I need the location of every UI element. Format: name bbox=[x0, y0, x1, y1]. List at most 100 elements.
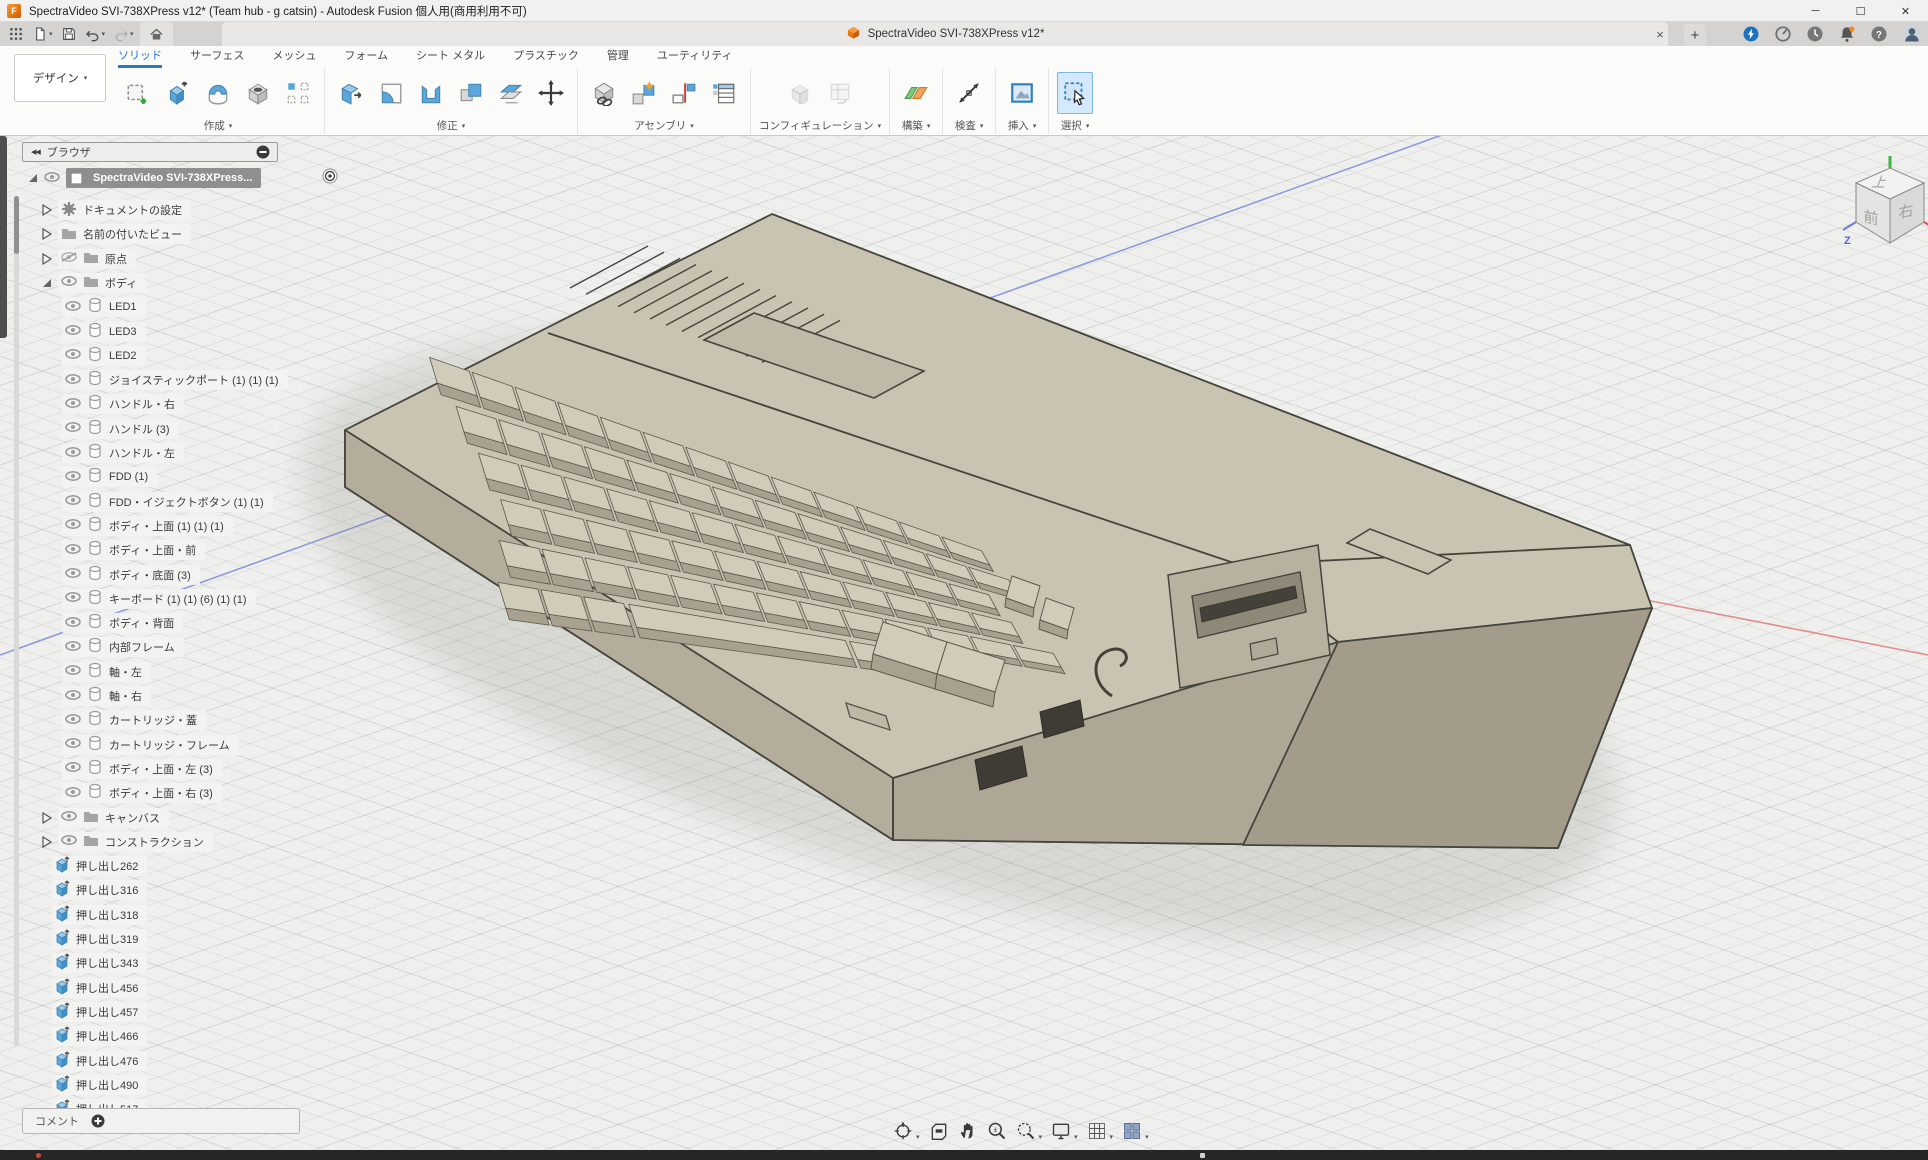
ribbon-tab-6[interactable]: 管理 bbox=[607, 47, 629, 68]
visibility-eye-icon[interactable] bbox=[65, 471, 81, 484]
model-spectravideo-svi-738[interactable] bbox=[0, 136, 1928, 1150]
ribbon-tab-1[interactable]: サーフェス bbox=[190, 47, 244, 68]
visibility-eye-icon[interactable] bbox=[61, 276, 77, 289]
visibility-eye-icon[interactable] bbox=[65, 374, 81, 387]
as-built-joint-icon[interactable] bbox=[666, 72, 702, 114]
browser-tree-item[interactable]: ボディ・背面 bbox=[62, 613, 183, 633]
browser-tree-item[interactable]: 押し出し318 bbox=[52, 905, 147, 925]
fillet-icon[interactable] bbox=[373, 72, 409, 114]
expander-icon[interactable] bbox=[40, 253, 54, 265]
new-component-icon[interactable] bbox=[586, 72, 622, 114]
browser-tree-item[interactable]: 原点 bbox=[40, 249, 136, 269]
browser-tree-item[interactable]: カートリッジ・蓋 bbox=[62, 710, 206, 730]
visibility-eye-icon[interactable] bbox=[44, 169, 60, 187]
ribbon-group-label[interactable]: 挿入▾ bbox=[1008, 117, 1037, 134]
redo-icon[interactable]: ▾ bbox=[111, 22, 136, 46]
profile-avatar-icon[interactable] bbox=[1902, 24, 1922, 44]
ribbon-tab-2[interactable]: メッシュ bbox=[272, 47, 316, 68]
maximize-button[interactable]: ☐ bbox=[1838, 0, 1883, 22]
browser-tree-item[interactable]: LED2 bbox=[62, 346, 146, 366]
move-icon[interactable] bbox=[533, 72, 569, 114]
visibility-eye-icon[interactable] bbox=[65, 617, 81, 630]
visibility-eye-icon[interactable] bbox=[65, 519, 81, 532]
ribbon-group-label[interactable]: 選択▾ bbox=[1061, 117, 1090, 134]
shell-icon[interactable] bbox=[413, 72, 449, 114]
notifications-bell-icon[interactable] bbox=[1838, 25, 1856, 43]
browser-tree-item[interactable]: キーボード (1) (1) (6) (1) (1) bbox=[62, 589, 256, 609]
add-comment-icon[interactable] bbox=[91, 1114, 105, 1128]
display-settings-icon[interactable]: ▾ bbox=[1051, 1121, 1078, 1141]
pattern-icon[interactable] bbox=[280, 72, 316, 114]
browser-tree-item[interactable]: ボディ・底面 (3) bbox=[62, 565, 200, 585]
browser-tree-item[interactable]: 押し出し343 bbox=[52, 953, 147, 973]
document-tab[interactable]: SpectraVideo SVI-738XPress v12* bbox=[222, 22, 1668, 46]
browser-tree-item[interactable]: ボディ・上面 (1) (1) (1) bbox=[62, 516, 233, 536]
visibility-eye-icon[interactable] bbox=[65, 422, 81, 435]
hole-icon[interactable] bbox=[240, 72, 276, 114]
browser-tree-item[interactable]: FDD (1) bbox=[62, 467, 157, 487]
browser-tree-item[interactable]: 押し出し316 bbox=[52, 880, 147, 900]
browser-tree-item[interactable]: LED1 bbox=[62, 297, 146, 317]
browser-tree-item[interactable]: ボディ bbox=[40, 273, 146, 293]
help-icon[interactable]: ? bbox=[1870, 25, 1888, 43]
close-document-tab-button[interactable]: × bbox=[1648, 22, 1672, 46]
ribbon-tab-4[interactable]: シート メタル bbox=[416, 47, 485, 68]
browser-tree-item[interactable]: ボディ・上面・前 bbox=[62, 540, 205, 560]
visibility-eye-icon[interactable] bbox=[65, 568, 81, 581]
expander-icon[interactable] bbox=[40, 812, 54, 824]
close-button[interactable]: ✕ bbox=[1883, 0, 1928, 22]
browser-tree-item[interactable]: ジョイスティックポート (1) (1) (1) bbox=[62, 370, 288, 390]
expander-icon[interactable] bbox=[40, 277, 54, 289]
browser-scrollbar[interactable] bbox=[14, 196, 19, 1046]
press-pull-icon[interactable] bbox=[333, 72, 369, 114]
visibility-eye-icon[interactable] bbox=[65, 641, 81, 654]
visibility-eye-icon[interactable] bbox=[65, 738, 81, 751]
comments-bar[interactable]: コメント bbox=[22, 1108, 300, 1134]
browser-tree-item[interactable]: カートリッジ・フレーム bbox=[62, 735, 239, 755]
browser-tree-item[interactable]: ボディ・上面・左 (3) bbox=[62, 759, 222, 779]
visibility-eye-icon[interactable] bbox=[65, 325, 81, 338]
minimize-button[interactable]: ─ bbox=[1793, 0, 1838, 22]
browser-root-row[interactable]: SpectraVideo SVI-738XPress... bbox=[26, 168, 261, 188]
configuration-table-icon[interactable] bbox=[822, 72, 858, 114]
collapse-browser-icon[interactable]: ◀◀ bbox=[31, 148, 40, 156]
ribbon-group-label[interactable]: 作成▾ bbox=[204, 117, 233, 134]
visibility-eye-icon[interactable] bbox=[65, 301, 81, 314]
viewports-icon[interactable]: ▾ bbox=[1122, 1121, 1149, 1141]
combine-icon[interactable] bbox=[453, 72, 489, 114]
undo-icon[interactable]: ▾ bbox=[83, 22, 108, 46]
ribbon-group-label[interactable]: アセンブリ▾ bbox=[634, 117, 694, 134]
browser-tree-item[interactable]: 押し出し457 bbox=[52, 1002, 147, 1022]
history-clock-icon[interactable] bbox=[1806, 25, 1824, 43]
bom-icon[interactable] bbox=[706, 72, 742, 114]
usage-icon[interactable] bbox=[1774, 25, 1792, 43]
app-grid-icon[interactable] bbox=[6, 22, 26, 46]
browser-tree-item[interactable]: ハンドル (3) bbox=[62, 419, 179, 439]
visibility-eye-icon[interactable] bbox=[65, 714, 81, 727]
visibility-eye-icon[interactable] bbox=[65, 544, 81, 557]
browser-tree-item[interactable]: 軸・左 bbox=[62, 662, 151, 682]
design-workspace-menu[interactable]: デザイン▾ bbox=[14, 54, 106, 102]
browser-tree-item[interactable]: 押し出し466 bbox=[52, 1026, 147, 1046]
ribbon-group-label[interactable]: 修正▾ bbox=[437, 117, 466, 134]
visibility-eye-icon[interactable] bbox=[61, 252, 77, 265]
browser-tree-item[interactable]: 押し出し456 bbox=[52, 978, 147, 998]
home-icon[interactable] bbox=[140, 22, 173, 46]
browser-tree-item[interactable]: FDD・イジェクトボタン (1) (1) bbox=[62, 492, 273, 512]
configure-icon[interactable] bbox=[782, 72, 818, 114]
ribbon-tab-5[interactable]: プラスチック bbox=[513, 47, 579, 68]
create-sketch-icon[interactable] bbox=[120, 72, 156, 114]
visibility-eye-icon[interactable] bbox=[61, 835, 77, 848]
look-at-icon[interactable] bbox=[929, 1121, 949, 1141]
ribbon-group-label[interactable]: 構築▾ bbox=[902, 117, 931, 134]
viewcube[interactable]: 上 前 右 Z X bbox=[1838, 154, 1928, 270]
expander-icon[interactable] bbox=[26, 172, 40, 184]
grid-display-icon[interactable]: ▾ bbox=[1087, 1121, 1114, 1141]
extrude-icon[interactable] bbox=[160, 72, 196, 114]
revolve-icon[interactable] bbox=[200, 72, 236, 114]
pan-icon[interactable] bbox=[958, 1121, 978, 1141]
browser-tree-item[interactable]: ドキュメントの設定 bbox=[40, 200, 191, 220]
visibility-eye-icon[interactable] bbox=[65, 592, 81, 605]
browser-tree-item[interactable]: キャンバス bbox=[40, 808, 169, 828]
visibility-eye-icon[interactable] bbox=[65, 398, 81, 411]
